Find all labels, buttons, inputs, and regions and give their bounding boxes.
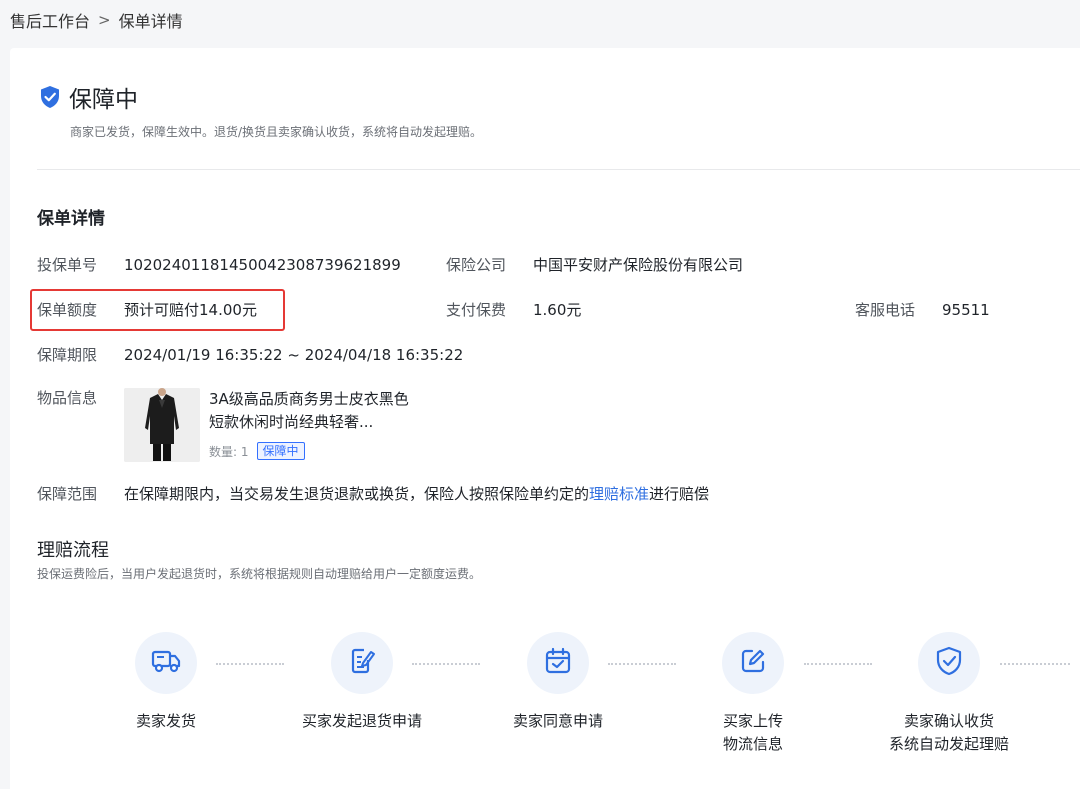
flow-step: 卖家同意申请: [468, 632, 648, 733]
flow-description: 投保运费险后，当用户发起退货时，系统将根据规则自动理赔给用户一定额度运费。: [37, 567, 482, 581]
step-label: 买家上传 物流信息: [722, 712, 783, 753]
field-label: 保险公司: [446, 256, 507, 274]
section-title-details: 保单详情: [37, 209, 105, 229]
field-insurer: 保险公司 中国平安财产保险股份有限公司: [446, 255, 743, 275]
field-label: 保障范围: [37, 485, 98, 503]
breadcrumb-current: 保单详情: [118, 12, 183, 31]
step-label: 卖家同意申请: [512, 712, 603, 730]
claim-standard-link[interactable]: 理赔标准: [589, 485, 649, 503]
edit-document-icon: [347, 646, 377, 680]
product-info: 物品信息 3A级高品质商务男士皮衣黑色短款休闲时尚经典轻奢... 数量: 1 保…: [37, 388, 419, 462]
breadcrumb-parent-link[interactable]: 售后工作台: [10, 8, 90, 32]
field-label: 保单额度: [37, 301, 98, 319]
delivery-truck-icon: [150, 647, 182, 679]
field-value: 1.60元: [533, 301, 582, 319]
flow-step: 买家发起退货申请: [272, 632, 452, 733]
field-value: 中国平安财产保险股份有限公司: [533, 256, 744, 274]
field-value: 2024/01/19 16:35:22 ~ 2024/04/18 16:35:2…: [124, 346, 464, 364]
field-value: 95511: [942, 301, 990, 319]
field-value: 在保障期限内，当交易发生退货退款或换货，保险人按照保险单约定的理赔标准进行赔偿: [124, 484, 709, 504]
field-value: 102024011814500423087396218​99: [124, 256, 401, 274]
step-icon-circle: [331, 632, 393, 694]
step-label: 卖家确认收货 系统自动发起理赔: [888, 712, 1009, 753]
shield-check-icon: [934, 645, 964, 681]
field-label: 投保单号: [37, 256, 98, 274]
field-premium: 支付保费 1.60元: [446, 300, 581, 320]
pencil-square-icon: [738, 646, 768, 680]
breadcrumb-separator: >: [98, 11, 111, 29]
step-icon-circle: [527, 632, 589, 694]
field-label: 客服电话: [855, 301, 916, 319]
step-label: 卖家发货: [135, 712, 196, 730]
step-icon-circle: [722, 632, 784, 694]
field-scope: 保障范围 在保障期限内，当交易发生退货退款或换货，保险人按照保险单约定的理赔标准…: [37, 484, 709, 504]
calendar-check-icon: [543, 646, 573, 680]
field-service-phone: 客服电话 95511: [855, 300, 990, 320]
field-label: 物品信息: [37, 389, 98, 407]
step-connector: [1000, 663, 1070, 665]
divider: [37, 169, 1080, 170]
step-icon-circle: [135, 632, 197, 694]
product-thumbnail[interactable]: [124, 388, 200, 462]
flow-step: 卖家发货: [76, 632, 256, 733]
field-label: 支付保费: [446, 301, 507, 319]
flow-step: 买家上传 物流信息: [663, 632, 843, 756]
field-coverage: 保单额度 预计可赔付14.00元: [37, 300, 257, 320]
product-quantity: 数量: 1: [209, 444, 249, 459]
shield-check-icon: [39, 85, 61, 109]
breadcrumb: 售后工作台 > 保单详情: [10, 8, 183, 32]
flow-step: 卖家确认收货 系统自动发起理赔: [859, 632, 1039, 756]
field-period: 保障期限 2024/01/19 16:35:22 ~ 2024/04/18 16…: [37, 345, 463, 365]
scope-text-prefix: 在保障期限内，当交易发生退货退款或换货，保险人按照保险单约定的: [124, 485, 590, 503]
flow-title: 理赔流程: [37, 540, 109, 561]
status-header: 保障中: [39, 80, 138, 114]
field-value: 预计可赔付14.00元: [124, 301, 257, 319]
product-name[interactable]: 3A级高品质商务男士皮衣黑色短款休闲时尚经典轻奢...: [209, 388, 419, 434]
field-policy-no: 投保单号 102024011814500423087396218​99: [37, 255, 401, 275]
field-label: 保障期限: [37, 346, 98, 364]
status-title: 保障中: [69, 87, 138, 113]
product-text: 3A级高品质商务男士皮衣黑色短款休闲时尚经典轻奢... 数量: 1 保障中: [209, 388, 419, 462]
policy-detail-panel: 保障中 商家已发货，保障生效中。退货/换货且卖家确认收货，系统将自动发起理赔。 …: [10, 48, 1080, 789]
step-label: 买家发起退货申请: [301, 712, 422, 730]
status-badge: 保障中: [256, 442, 305, 460]
status-description: 商家已发货，保障生效中。退货/换货且卖家确认收货，系统将自动发起理赔。: [70, 125, 483, 139]
step-icon-circle: [918, 632, 980, 694]
product-meta: 数量: 1 保障中: [209, 442, 419, 460]
scope-text-suffix: 进行赔偿: [649, 485, 710, 503]
